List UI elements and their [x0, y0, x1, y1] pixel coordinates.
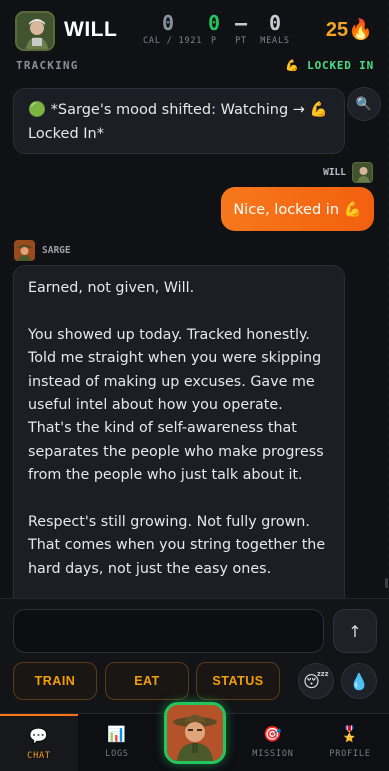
user-avatar-illustration — [17, 13, 53, 49]
eat-button[interactable]: EAT — [105, 662, 189, 700]
medal-icon: 🎖️ — [340, 725, 360, 743]
tracking-label: TRACKING — [16, 59, 79, 72]
system-message: 🟢 *Sarge's mood shifted: Watching → 💪 Lo… — [13, 88, 345, 154]
water-drop-icon: 💧 — [349, 671, 369, 691]
user-message-bubble: Nice, locked in 💪 — [221, 187, 374, 231]
calories-stat: 0 CAL / 1921 — [143, 11, 203, 46]
sleep-icon: 😴 — [303, 671, 329, 691]
message-input[interactable] — [13, 609, 324, 653]
user-avatar[interactable] — [15, 11, 55, 51]
nav-chat-label: CHAT — [27, 751, 51, 761]
coach-paragraph: You showed up today. Tracked honestly. T… — [28, 326, 324, 484]
target-icon: 🎯 — [263, 725, 283, 743]
meals-value: 0 — [268, 11, 282, 35]
coach-message-bubble: Earned, not given, Will. You showed up t… — [13, 265, 345, 598]
bar-chart-icon: 📊 — [107, 725, 127, 743]
chat-bubble-icon: 💬 — [29, 727, 49, 745]
coach-mini-avatar — [14, 240, 35, 261]
pt-label: PT — [235, 36, 247, 46]
nav-chat[interactable]: 💬 CHAT — [0, 714, 78, 771]
coach-sender-tag: SARGE — [14, 240, 71, 261]
user-name: WILL — [64, 18, 118, 41]
calories-value: 0 — [161, 11, 175, 35]
user-sender-tag: WILL — [323, 162, 373, 183]
nav-mission-label: MISSION — [252, 749, 294, 759]
pt-stat: — PT — [230, 12, 252, 46]
meals-stat: 0 MEALS — [259, 12, 291, 46]
nav-profile[interactable]: 🎖️ PROFILE — [311, 714, 389, 771]
coach-sender-name: SARGE — [42, 245, 71, 256]
send-button[interactable]: ↑ — [333, 609, 377, 653]
nav-logs[interactable]: 📊 LOGS — [78, 714, 156, 771]
water-button[interactable]: 💧 — [341, 663, 377, 699]
nav-logs-label: LOGS — [105, 749, 129, 759]
nav-profile-label: PROFILE — [329, 749, 371, 759]
search-button[interactable]: 🔍 — [347, 87, 381, 121]
search-icon: 🔍 — [355, 96, 373, 112]
protein-value: 0 — [207, 11, 221, 35]
composer: ↑ TRAIN EAT STATUS 😴 💧 — [0, 598, 389, 713]
protein-stat: 0 P — [204, 12, 224, 46]
pt-value: — — [234, 11, 248, 35]
chat-thread[interactable]: 🟢 *Sarge's mood shifted: Watching → 💪 Lo… — [0, 78, 389, 598]
scrollbar-thumb[interactable] — [385, 578, 388, 588]
arrow-up-icon: ↑ — [348, 621, 362, 641]
meals-label: MEALS — [260, 36, 290, 46]
coach-avatar-button[interactable] — [164, 702, 226, 764]
sleep-button[interactable]: 😴 — [298, 663, 334, 699]
protein-label: P — [211, 36, 217, 46]
streak-counter: 25🔥 — [325, 19, 373, 41]
coach-paragraph: Earned, not given, Will. — [28, 280, 195, 296]
coach-avatar-illustration — [167, 705, 223, 761]
coach-paragraph: Respect's still growing. Not fully grown… — [28, 514, 326, 577]
train-button[interactable]: TRAIN — [13, 662, 97, 700]
user-sender-name: WILL — [323, 167, 346, 178]
user-mini-avatar — [352, 162, 373, 183]
app-header: WILL 0 CAL / 1921 0 P — PT 0 MEALS 25🔥 T… — [0, 0, 389, 78]
nav-mission[interactable]: 🎯 MISSION — [234, 714, 312, 771]
calories-label: CAL / 1921 — [143, 36, 203, 46]
status-button[interactable]: STATUS — [196, 662, 280, 700]
status-badge: 💪 LOCKED IN — [285, 59, 374, 72]
